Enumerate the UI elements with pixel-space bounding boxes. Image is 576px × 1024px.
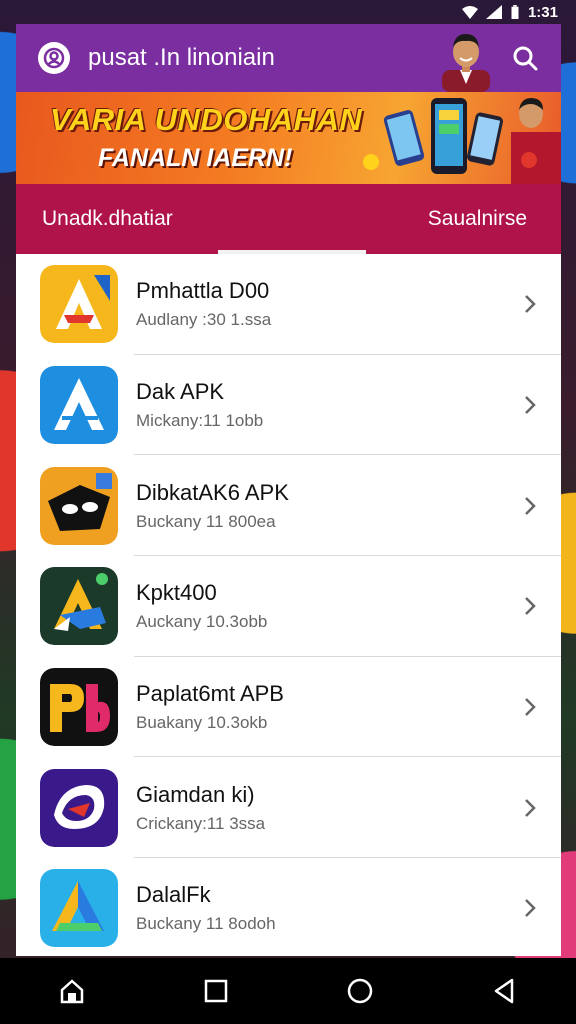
banner-headline: VARIA UNDOHAHAN [50, 102, 363, 137]
app-meta: Buakany 10.3okb [136, 713, 268, 733]
user-circle-icon[interactable] [38, 42, 70, 74]
system-nav-bar [0, 958, 576, 1024]
circle-icon [347, 978, 373, 1004]
list-item[interactable]: DibkatAK6 APK Buckany 11 800ea [16, 455, 561, 556]
square-icon [204, 979, 228, 1003]
home-circle-button[interactable] [336, 967, 384, 1015]
app-name: Paplat6mt APB [136, 681, 284, 707]
search-button[interactable] [507, 40, 543, 76]
list-item[interactable]: Giamdan ki) Crickany:11 3ssa [16, 757, 561, 858]
a-logo-blue-icon [40, 366, 118, 445]
recents-button[interactable] [192, 967, 240, 1015]
status-time: 1:31 [527, 3, 558, 21]
list-item[interactable]: Kpkt400 Auckany 10.3obb [16, 556, 561, 657]
top-app-bar: pusat .In linoniain [16, 24, 561, 92]
chevron-right-icon [525, 597, 536, 616]
tab-left[interactable]: Unadk.dhatiar [16, 184, 285, 254]
list-item[interactable]: Dak APK Mickany:11 1obb [16, 355, 561, 456]
chevron-right-icon [525, 396, 536, 414]
app-meta: Mickany:11 1obb [136, 411, 264, 431]
mask-logo-icon [40, 466, 118, 545]
back-button[interactable] [480, 967, 528, 1015]
list-item[interactable]: Paplat6mt APB Buakany 10.3okb [16, 657, 561, 758]
app-meta: Buckany 11 800ea [136, 511, 276, 531]
swirl-logo-icon [40, 768, 118, 847]
battery-icon [511, 5, 519, 19]
app-name: Pmhattla D00 [136, 278, 270, 304]
list-item[interactable]: Pmhattla D00 Audlany :30 1.ssa [16, 254, 561, 355]
chevron-right-icon [525, 899, 536, 918]
chevron-right-icon [525, 698, 536, 716]
home-icon [60, 979, 84, 1004]
wifi-icon [461, 6, 478, 19]
list-item[interactable]: DalalFk Buckany 11 8odoh [16, 858, 561, 956]
app-name: Giamdan ki) [136, 781, 255, 807]
app-name: Dak APK [136, 379, 225, 405]
a-logo-dark-icon [40, 567, 118, 646]
spokesperson-avatar [442, 34, 490, 92]
app-meta: Audlany :30 1.ssa [136, 310, 272, 330]
app-name: DibkatAK6 APK [136, 479, 289, 505]
app-meta: Auckany 10.3obb [136, 612, 268, 632]
search-icon [513, 46, 538, 71]
app-name: DalalFk [136, 882, 211, 908]
tab-right[interactable]: Saualnirse [285, 184, 562, 254]
signal-icon [485, 5, 502, 19]
promo-banner[interactable]: VARIA UNDOHAHAN FANALN IAERN! [16, 92, 561, 184]
chevron-right-icon [525, 295, 536, 314]
banner-subheadline: FANALN IAERN! [98, 144, 293, 172]
app-name: Kpkt400 [136, 580, 217, 606]
app-list: Pmhattla D00 Audlany :30 1.ssa Dak APK M… [16, 254, 561, 956]
chevron-right-icon [525, 496, 536, 515]
status-bar: 1:31 [0, 0, 576, 24]
app-window: pusat .In linoniain VARIA UNDOHAHAN FANA… [16, 24, 561, 956]
back-triangle-icon [494, 978, 514, 1004]
home-button[interactable] [48, 967, 96, 1015]
app-meta: Buckany 11 8odoh [136, 914, 276, 934]
category-tabs: Unadk.dhatiar Saualnirse [16, 184, 561, 254]
banner-phones-illustration [363, 98, 561, 184]
a-logo-cyan-icon [40, 869, 118, 948]
app-meta: Crickany:11 3ssa [136, 813, 266, 833]
a-logo-yellow-icon [40, 265, 118, 344]
chevron-right-icon [525, 798, 536, 817]
pb-logo-icon [40, 668, 118, 747]
